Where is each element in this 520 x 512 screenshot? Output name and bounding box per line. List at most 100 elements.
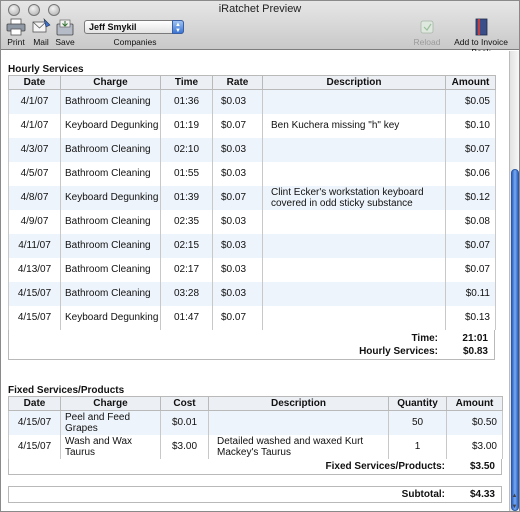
charge-cell: Bathroom Cleaning xyxy=(60,137,161,162)
window-title: iRatchet Preview xyxy=(218,3,302,15)
table-row: 4/5/07 Bathroom Cleaning 01:55 $0.03 $0.… xyxy=(8,161,496,186)
charge-cell: Peel and Feed Grapes xyxy=(60,410,161,435)
table-row: 4/1/07 Bathroom Cleaning 01:36 $0.03 $0.… xyxy=(8,89,496,114)
charge-cell: Keyboard Degunking xyxy=(60,305,161,330)
invoice-preview: Hourly Services Date Charge Time Rate De… xyxy=(1,51,509,511)
fixed-totals-box: Fixed Services/Products: $3.50 xyxy=(8,459,502,475)
charge-cell: Bathroom Cleaning xyxy=(60,89,161,114)
table-row: 4/15/07 Bathroom Cleaning 03:28 $0.03 $0… xyxy=(8,281,496,306)
date-cell: 4/5/07 xyxy=(8,161,61,186)
date-cell: 4/1/07 xyxy=(8,89,61,114)
printer-icon xyxy=(6,18,26,36)
description-cell xyxy=(262,281,446,306)
scroll-down-arrow-icon[interactable]: ▼ xyxy=(510,503,519,511)
hourly-services-table: Date Charge Time Rate Description Amount… xyxy=(8,75,496,330)
description-cell xyxy=(262,89,446,114)
amount-cell: $0.07 xyxy=(445,233,496,258)
time-cell: 02:15 xyxy=(160,233,213,258)
time-total-row: Time: 21:01 xyxy=(412,333,495,344)
date-cell: 4/15/07 xyxy=(8,434,61,459)
column-header-date: Date xyxy=(8,396,61,411)
client-selector[interactable]: Jeff Smykil ▲ ▼ xyxy=(84,20,184,34)
amount-cell: $0.07 xyxy=(445,137,496,162)
print-button[interactable]: Print xyxy=(3,18,29,47)
hourly-services-total-label: Hourly Services: xyxy=(359,346,438,357)
save-label: Save xyxy=(55,37,75,47)
table-row: 4/15/07 Keyboard Degunking 01:47 $0.07 $… xyxy=(8,305,496,330)
charge-cell: Keyboard Degunking xyxy=(60,113,161,138)
toolbar: iRatchet Preview Print Mail Save Jeff Sm… xyxy=(1,1,519,57)
fixed-services-total-value: $3.50 xyxy=(469,461,495,472)
companies-label: Companies xyxy=(113,37,157,47)
amount-cell: $0.08 xyxy=(445,209,496,234)
app-window: iRatchet Preview Print Mail Save Jeff Sm… xyxy=(0,0,520,512)
description-cell xyxy=(262,233,446,258)
column-header-quantity: Quantity xyxy=(388,396,447,411)
column-header-date: Date xyxy=(8,75,61,90)
date-cell: 4/8/07 xyxy=(8,185,61,210)
date-cell: 4/9/07 xyxy=(8,209,61,234)
quantity-cell: 1 xyxy=(388,434,447,459)
rate-cell: $0.07 xyxy=(212,113,263,138)
rate-cell: $0.03 xyxy=(212,137,263,162)
description-cell xyxy=(262,209,446,234)
date-cell: 4/1/07 xyxy=(8,113,61,138)
time-total-value: 21:01 xyxy=(462,333,488,344)
hourly-services-total-value: $0.83 xyxy=(462,346,488,357)
vertical-scrollbar[interactable]: ▲ ▼ xyxy=(509,51,519,511)
hourly-services-heading: Hourly Services xyxy=(8,64,84,75)
subtotal-box: Subtotal: $4.33 xyxy=(8,486,502,503)
charge-cell: Bathroom Cleaning xyxy=(60,233,161,258)
rate-cell: $0.07 xyxy=(212,185,263,210)
date-cell: 4/3/07 xyxy=(8,137,61,162)
amount-cell: $0.10 xyxy=(445,113,496,138)
rate-cell: $0.03 xyxy=(212,209,263,234)
column-header-description: Description xyxy=(262,75,446,90)
table-row: 4/15/07 Peel and Feed Grapes $0.01 50 $0… xyxy=(8,410,503,435)
mail-button[interactable]: Mail xyxy=(29,18,53,47)
title-bar: iRatchet Preview xyxy=(1,1,519,19)
time-cell: 01:36 xyxy=(160,89,213,114)
rate-cell: $0.03 xyxy=(212,281,263,306)
table-row: 4/8/07 Keyboard Degunking 01:39 $0.07 Cl… xyxy=(8,185,496,210)
description-cell: Detailed washed and waxed Kurt Mackey's … xyxy=(208,434,389,459)
charge-cell: Bathroom Cleaning xyxy=(60,257,161,282)
fixed-services-total-row: Fixed Services/Products: $3.50 xyxy=(326,461,502,472)
column-header-time: Time xyxy=(160,75,213,90)
table-row: 4/9/07 Bathroom Cleaning 02:35 $0.03 $0.… xyxy=(8,209,496,234)
save-button[interactable]: Save xyxy=(53,18,77,47)
time-cell: 01:19 xyxy=(160,113,213,138)
quantity-cell: 50 xyxy=(388,410,447,435)
charge-cell: Bathroom Cleaning xyxy=(60,161,161,186)
reload-button[interactable]: Reload xyxy=(412,18,442,47)
column-header-rate: Rate xyxy=(212,75,263,90)
hourly-services-total-row: Hourly Services: $0.83 xyxy=(359,346,494,357)
fixed-services-table: Date Charge Cost Description Quantity Am… xyxy=(8,396,503,459)
client-combo[interactable]: Jeff Smykil ▲ ▼ xyxy=(84,20,184,34)
time-cell: 02:35 xyxy=(160,209,213,234)
amount-cell: $0.12 xyxy=(445,185,496,210)
description-cell xyxy=(262,161,446,186)
column-header-amount: Amount xyxy=(446,396,503,411)
charge-cell: Wash and Wax Taurus xyxy=(60,434,161,459)
amount-cell: $0.50 xyxy=(446,410,503,435)
amount-cell: $0.11 xyxy=(445,281,496,306)
cost-cell: $3.00 xyxy=(160,434,209,459)
table-row: 4/11/07 Bathroom Cleaning 02:15 $0.03 $0… xyxy=(8,233,496,258)
time-cell: 02:10 xyxy=(160,137,213,162)
column-header-amount: Amount xyxy=(445,75,496,90)
amount-cell: $0.05 xyxy=(445,89,496,114)
combo-arrows-icon[interactable]: ▲ ▼ xyxy=(172,20,184,34)
date-cell: 4/11/07 xyxy=(8,233,61,258)
rate-cell: $0.03 xyxy=(212,257,263,282)
scroll-up-arrow-icon[interactable]: ▲ xyxy=(510,492,519,501)
rate-cell: $0.03 xyxy=(212,89,263,114)
amount-cell: $0.13 xyxy=(445,305,496,330)
table-row: 4/1/07 Keyboard Degunking 01:19 $0.07 Be… xyxy=(8,113,496,138)
save-disk-icon xyxy=(56,19,74,36)
cost-cell: $0.01 xyxy=(160,410,209,435)
table-row: 4/15/07 Wash and Wax Taurus $3.00 Detail… xyxy=(8,434,503,459)
scrollbar-thumb[interactable] xyxy=(511,169,519,511)
mail-label: Mail xyxy=(33,37,49,47)
invoice-book-icon xyxy=(475,18,488,36)
